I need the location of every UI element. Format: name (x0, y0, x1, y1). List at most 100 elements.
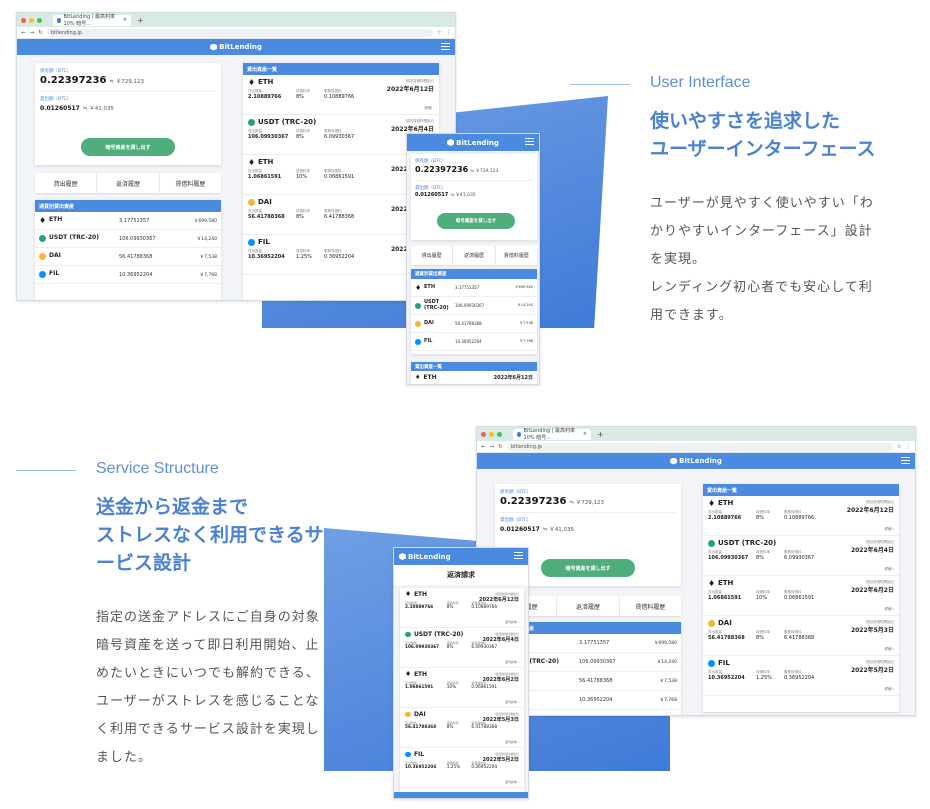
loan-row[interactable]: ♦ ETH 前回賃借料開始日 2022年6月12日 貸出数量 賃借料率 累積賃借料 2.108… (400, 588, 524, 628)
close-icon[interactable]: × (583, 431, 587, 437)
coin-name: USDT (TRC-20) (49, 234, 99, 242)
loan-coin-name: FIL (718, 659, 730, 667)
loan-row[interactable]: DAI前回賃借料開始日2022年5月3日貸出数量賃借料率累積賃借料56.4178… (400, 708, 524, 748)
back-icon[interactable]: ← (481, 444, 486, 450)
bottom-bar (394, 792, 528, 798)
menu-dots-icon[interactable]: ⋮ (446, 30, 452, 36)
hamburger-menu-icon[interactable] (525, 138, 534, 145)
coin-amount: 10.36952204 (119, 271, 153, 278)
browser-tab[interactable]: BitLending | 最高利率10% 暗号… × (53, 14, 131, 27)
loan-row[interactable]: FIL前回賃借料開始日2022年5月2日貸出数量賃借料率累積賃借料10.3695… (703, 656, 899, 696)
holding-row[interactable]: FIL 10.36952204 ￥7,768 (35, 266, 221, 284)
loan-detail-link[interactable]: 詳細 › (884, 567, 894, 572)
close-icon[interactable]: × (123, 17, 127, 23)
loan-detail-link[interactable]: 返済請求 › (505, 700, 519, 704)
loan-row[interactable]: USDT (TRC-20) 前回賃借料開始日 2022年6月4日 貸出数量 賃借料率 累積… (703, 536, 899, 576)
tab-fee-history[interactable]: 賃借料履歴 (160, 173, 221, 193)
loan-row[interactable]: ♦ ETH 前回賃借料開始日 2022年6月12日 貸出数量 賃借料率 累積賃借料 2.108… (243, 75, 439, 115)
loan-date: 2022年5月3日 (482, 717, 519, 723)
holding-row[interactable]: USDT (TRC-20) 106.09930367 ￥14,240 (411, 297, 537, 315)
loan-rate: 8% (296, 94, 304, 100)
tab-repayment-history[interactable]: 返済履歴 (557, 596, 620, 616)
coin-amount: 106.09930367 (455, 303, 485, 308)
loan-coin-name: FIL (413, 751, 424, 758)
loan-fee: 0.06861591 (784, 595, 815, 601)
loan-row[interactable]: FIL前回賃借料開始日2022年5月2日貸出数量賃借料率累積賃借料10.3695… (400, 748, 524, 788)
loan-rate: 10% (446, 685, 457, 690)
brand-logo[interactable]: BitLending (210, 43, 262, 51)
holding-row[interactable]: ♦ETH 3.17751357 ￥699,580 (411, 279, 537, 297)
tab-fee-history[interactable]: 賃借料履歴 (496, 246, 537, 265)
menu-dots-icon[interactable]: ⋮ (906, 444, 912, 450)
loan-amount: 1.06861591 (248, 174, 282, 180)
favicon-icon (517, 431, 521, 437)
loan-fee: 0.36952204 (324, 254, 355, 260)
loan-detail-link[interactable]: 詳細 › (884, 527, 894, 532)
forward-icon[interactable]: → (490, 444, 495, 450)
brand-logo[interactable]: BitLending (447, 139, 499, 147)
coin-yen: ￥7,538 (659, 679, 677, 684)
usdt-coin-icon (39, 235, 46, 242)
holding-row[interactable]: FIL 10.36952204 ￥7,768 (411, 333, 537, 351)
eth-coin-icon: ♦ (708, 498, 716, 508)
fil-coin-icon (248, 238, 255, 246)
back-icon[interactable]: ← (21, 30, 26, 36)
loan-detail-link[interactable]: 詳細 › (884, 687, 894, 692)
brand-logo[interactable]: BitLending (670, 457, 722, 465)
new-tab-icon[interactable]: + (137, 16, 144, 25)
loan-amount: 56.41788368 (405, 725, 437, 730)
history-tabs: 貸出履歴 返済履歴 賃借料履歴 (411, 246, 537, 265)
loan-row[interactable]: ♦ETH前回賃借料開始日2022年6月2日貸出数量賃借料率累積賃借料1.0686… (400, 668, 524, 708)
loan-rate: 1.25% (756, 675, 772, 681)
reload-icon[interactable]: ↻ (498, 444, 503, 450)
lend-crypto-button[interactable]: 暗号資産を貸し出す (81, 138, 175, 156)
tab-lending-history[interactable]: 貸出履歴 (35, 173, 98, 193)
loan-date: 2022年6月4日 (850, 547, 894, 554)
loan-detail-link[interactable]: 返済請求 › (505, 740, 519, 744)
browser-tab[interactable]: BitLending | 最高利率10% 暗号… × (513, 428, 591, 441)
tab-lending-history[interactable]: 貸出履歴 (411, 246, 454, 265)
loan-detail-link[interactable]: 返済請求 › (505, 780, 519, 784)
tab-repayment-history[interactable]: 返済履歴 (453, 246, 496, 265)
holding-row[interactable]: DAI 56.41788368 ￥7,538 (411, 315, 537, 333)
star-icon[interactable]: ☆ (437, 30, 442, 36)
loan-detail-link[interactable]: 詳細 › (884, 647, 894, 652)
loan-row[interactable]: ♦ETH前回賃借料開始日2022年6月2日貸出数量賃借料率累積賃借料1.0686… (703, 576, 899, 616)
hamburger-menu-icon[interactable] (441, 43, 450, 50)
loan-detail-link[interactable]: 返済請求 › (505, 620, 519, 624)
loan-amount: 2.10889766 (405, 605, 434, 610)
lend-crypto-button[interactable]: 暗号資産を貸し出す (541, 559, 635, 577)
loan-row[interactable]: DAI前回賃借料開始日2022年5月3日貸出数量賃借料率累積賃借料56.4178… (703, 616, 899, 656)
url-field[interactable]: bitlending.jp (46, 28, 433, 37)
description-line: 用できます。 (650, 308, 733, 323)
description-line: めたいときにいつでも解約できる、 (96, 666, 320, 681)
brand-logo[interactable]: BitLending (399, 553, 451, 561)
eth-coin-icon: ♦ (405, 669, 412, 678)
hamburger-menu-icon[interactable] (901, 457, 910, 464)
holding-row[interactable]: USDT (TRC-20) 106.09930367 ￥14,240 (35, 230, 221, 248)
star-icon[interactable]: ☆ (897, 444, 902, 450)
loan-detail-link[interactable]: 詳細 › (424, 106, 434, 111)
loan-amount: 106.09930367 (405, 645, 440, 650)
usdt-coin-icon (405, 631, 411, 638)
loan-detail-link[interactable]: 返済請求 › (505, 660, 519, 664)
loan-amount: 10.36952204 (405, 765, 437, 770)
reload-icon[interactable]: ↻ (38, 30, 43, 36)
holding-row[interactable]: DAI 56.41788368 ￥7,538 (35, 248, 221, 266)
lend-crypto-button[interactable]: 暗号資産を貸し出す (437, 213, 515, 229)
loan-row[interactable]: ♦ ETH 前回賃借料開始日 2022年6月12日 貸出数量 賃借料率 累積賃借料 2.108… (703, 496, 899, 536)
hamburger-menu-icon[interactable] (514, 552, 523, 559)
loan-detail-link[interactable]: 詳細 › (884, 607, 894, 612)
eth-icon: ♦ (415, 374, 421, 381)
forward-icon[interactable]: → (30, 30, 35, 36)
new-tab-icon[interactable]: + (597, 430, 604, 439)
app-header: BitLending (407, 134, 539, 151)
holding-row[interactable]: ♦ETH 3.17751357 ￥699,580 (35, 212, 221, 230)
tab-fee-history[interactable]: 賃借料履歴 (620, 596, 681, 616)
section-label-ui: User Interface (650, 74, 751, 91)
mobile-app-window: BitLending 保有額（BTC） 0.22397236 ≒ ￥729,123… (406, 133, 540, 385)
tab-repayment-history[interactable]: 返済履歴 (97, 173, 160, 193)
url-field[interactable]: bitlending.jp (506, 442, 893, 451)
loan-amount: 10.36952204 (708, 675, 745, 681)
loan-row[interactable]: USDT (TRC-20) 前回賃借料開始日 2022年6月4日 貸出数量 賃借料率 累積… (400, 628, 524, 668)
